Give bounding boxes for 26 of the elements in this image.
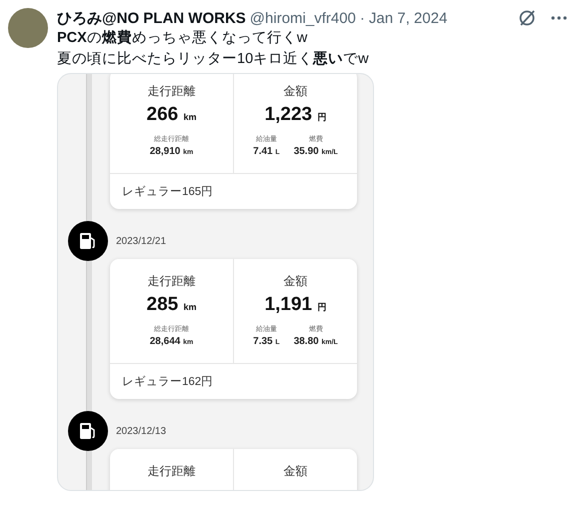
fuel-pump-icon: [68, 411, 108, 451]
author-handle[interactable]: @hiromi_vfr400: [250, 10, 356, 26]
post-text-line: PCXの燃費めっちゃ悪くなって行くw: [57, 28, 308, 48]
separator: ·: [360, 10, 365, 26]
distance-label: 走行距離: [148, 83, 196, 100]
post-text-line: 夏の頃に比べたらリッター10キロ近く悪いでw: [57, 50, 370, 69]
fuel-pump-icon: [68, 221, 108, 261]
post-date[interactable]: Jan 7, 2024: [368, 10, 448, 26]
entry-date: 2023/12/13: [116, 426, 166, 436]
distance-label: 走行距離: [148, 463, 196, 480]
fuel-type-price: レギュラー165円: [122, 186, 214, 198]
amount-label: 金額: [284, 83, 308, 100]
slashed-circle-icon[interactable]: [517, 8, 537, 28]
amount-value: 1,223 円: [264, 104, 326, 126]
entry-date: 2023/12/21: [116, 236, 166, 246]
distance-value: 285 km: [146, 294, 196, 316]
amount-label: 金額: [284, 463, 308, 480]
avatar-image[interactable]: [8, 8, 48, 48]
fuel-record-card[interactable]: 走行距離 金額: [110, 449, 357, 490]
author-name[interactable]: ひろみ@NO PLAN WORKS: [57, 8, 246, 28]
more-icon[interactable]: [551, 16, 567, 20]
fuel-type-price: レギュラー162円: [122, 376, 214, 388]
amount-label: 金額: [284, 273, 308, 290]
distance-label: 走行距離: [148, 273, 196, 290]
amount-value: 1,191 円: [264, 294, 326, 316]
distance-value: 266 km: [146, 104, 196, 126]
